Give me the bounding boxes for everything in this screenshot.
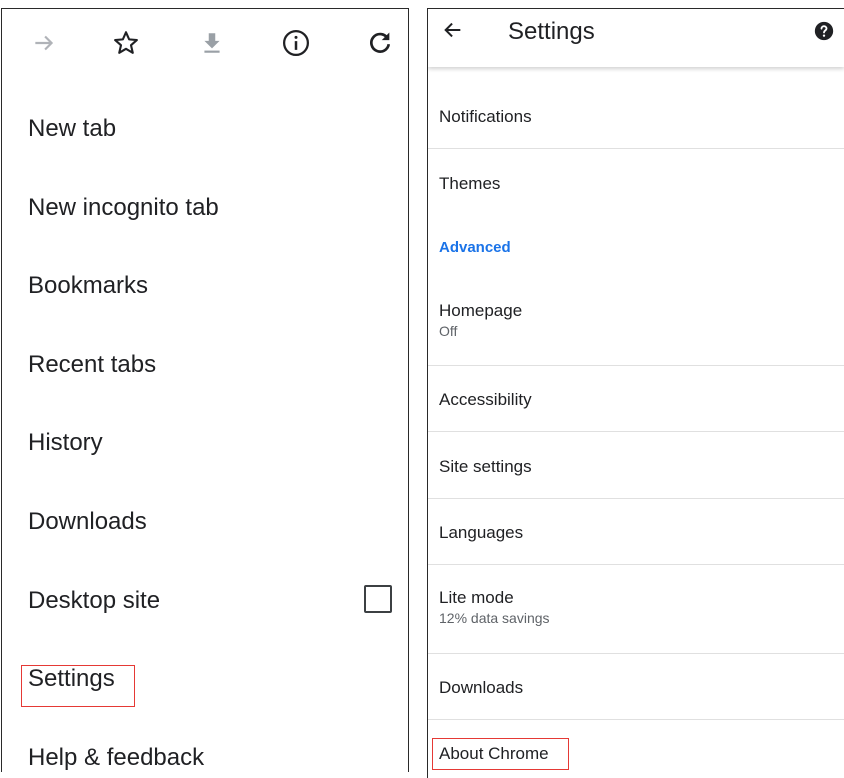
settings-item-title: Notifications <box>439 107 532 126</box>
menu-item-recent-tabs[interactable]: Recent tabs <box>28 350 156 382</box>
settings-screen: Settings Notifications Themes Advanced H… <box>427 8 844 778</box>
star-icon[interactable] <box>108 25 144 61</box>
menu-item-label: Help & feedback <box>28 744 205 771</box>
settings-item-subtitle: Off <box>439 323 458 339</box>
settings-item-notifications[interactable]: Notifications <box>439 107 839 127</box>
section-header-advanced: Advanced <box>439 239 511 256</box>
menu-item-new-tab[interactable]: New tab <box>28 114 116 146</box>
settings-item-title: Downloads <box>439 678 524 697</box>
menu-toolbar <box>2 9 408 79</box>
menu-item-label: Desktop site <box>28 587 161 614</box>
menu-item-label: Downloads <box>28 508 147 535</box>
menu-item-history[interactable]: History <box>28 428 103 460</box>
settings-highlight-box <box>21 665 135 707</box>
settings-item-title: Themes <box>439 174 501 193</box>
settings-item-title: Accessibility <box>439 390 532 409</box>
settings-item-downloads[interactable]: Downloads <box>439 678 839 698</box>
divider <box>428 365 844 366</box>
settings-item-homepage[interactable]: Homepage Off <box>439 301 839 340</box>
menu-item-label: New incognito tab <box>28 194 219 221</box>
settings-item-title: Site settings <box>439 457 532 476</box>
menu-item-bookmarks[interactable]: Bookmarks <box>28 271 148 303</box>
settings-item-accessibility[interactable]: Accessibility <box>439 390 839 410</box>
settings-item-lite-mode[interactable]: Lite mode 12% data savings <box>439 588 839 627</box>
about-chrome-highlight-box <box>432 738 569 770</box>
menu-item-desktop-site[interactable]: Desktop site <box>28 586 160 618</box>
forward-icon[interactable] <box>26 25 62 61</box>
settings-item-languages[interactable]: Languages <box>439 523 839 543</box>
settings-app-bar: Settings <box>428 9 844 67</box>
chrome-menu: New tab New incognito tab Bookmarks Rece… <box>1 8 409 772</box>
back-arrow-icon[interactable] <box>438 15 468 45</box>
menu-item-label: History <box>28 429 103 456</box>
menu-item-label: New tab <box>28 115 117 142</box>
page-title: Settings <box>508 18 595 45</box>
menu-item-downloads[interactable]: Downloads <box>28 507 147 539</box>
divider <box>428 719 844 720</box>
settings-item-themes[interactable]: Themes <box>439 174 839 194</box>
menu-item-label: Recent tabs <box>28 351 157 378</box>
download-icon[interactable] <box>194 25 230 61</box>
divider <box>428 148 844 149</box>
divider <box>428 498 844 499</box>
settings-item-subtitle: 12% data savings <box>439 610 550 626</box>
settings-item-title: Lite mode <box>439 588 514 607</box>
menu-item-help-feedback[interactable]: Help & feedback <box>28 743 204 772</box>
settings-item-title: Homepage <box>439 301 523 320</box>
divider <box>428 564 844 565</box>
info-icon[interactable] <box>278 25 314 61</box>
desktop-site-checkbox[interactable] <box>364 585 392 613</box>
settings-item-site-settings[interactable]: Site settings <box>439 457 839 477</box>
divider <box>428 431 844 432</box>
menu-item-label: Bookmarks <box>28 272 149 299</box>
divider <box>428 653 844 654</box>
menu-item-new-incognito-tab[interactable]: New incognito tab <box>28 193 219 225</box>
refresh-icon[interactable] <box>362 25 398 61</box>
help-icon[interactable] <box>812 19 836 43</box>
settings-item-title: Languages <box>439 523 524 542</box>
